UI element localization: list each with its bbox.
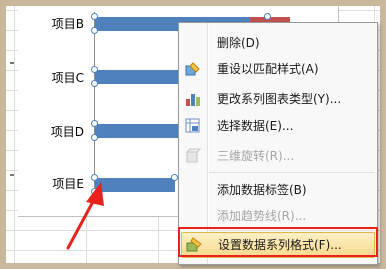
- menu-item-add-trendline[interactable]: 添加趋势线(R)...: [179, 204, 377, 228]
- menu-item-label: 删除(D): [217, 36, 260, 50]
- menu-item-reset-style[interactable]: 重设以匹配样式(A): [179, 57, 377, 81]
- menu-item-delete[interactable]: 删除(D): [179, 31, 377, 55]
- menu-separator: [209, 172, 375, 173]
- menu-item-label: 重设以匹配样式(A): [217, 62, 319, 76]
- menu-item-add-data-labels[interactable]: 添加数据标签(B): [179, 178, 377, 202]
- menu-item-change-chart-type[interactable]: 更改系列图表类型(Y)...: [179, 87, 377, 111]
- menu-item-select-data[interactable]: 选择数据(E)...: [179, 114, 377, 138]
- menu-item-label: 添加数据标签(B): [217, 183, 307, 197]
- menu-item-label: 选择数据(E)...: [217, 119, 294, 133]
- menu-item-label: 添加趋势线(R)...: [217, 209, 307, 223]
- annotation-highlight-box: [178, 227, 378, 257]
- menu-item-label: 三维旋转(R)...: [217, 149, 295, 163]
- menu-item-3d-rotation[interactable]: 三维旋转(R)...: [179, 144, 377, 168]
- bar-chart-icon: [185, 91, 201, 107]
- reset-style-icon: [185, 61, 201, 77]
- select-data-icon: [185, 118, 201, 134]
- menu-item-label: 更改系列图表类型(Y)...: [217, 92, 342, 106]
- 3d-rotation-icon: [185, 148, 202, 164]
